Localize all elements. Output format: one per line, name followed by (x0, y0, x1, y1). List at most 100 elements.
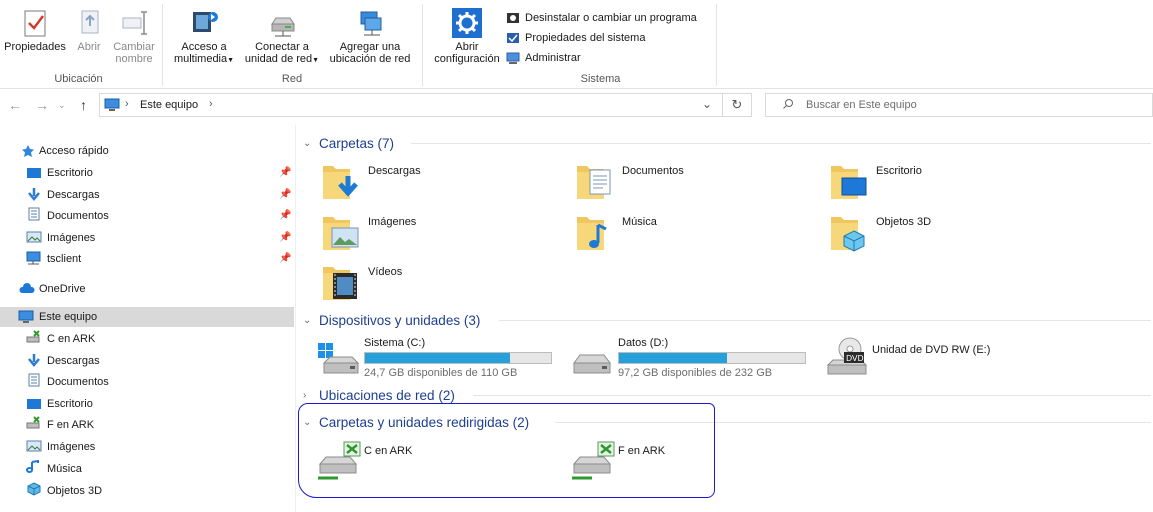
cambiar-nombre-button[interactable]: Cambiar nombre (110, 8, 158, 65)
properties-icon (19, 8, 51, 38)
pin-icon[interactable]: 📌 (279, 253, 291, 265)
pin-icon[interactable]: 📌 (279, 210, 291, 222)
svg-text:DVD: DVD (846, 354, 864, 363)
abrir-configuracion-button[interactable]: Abrir configuración (427, 8, 507, 65)
propiedades-sistema-button[interactable]: Propiedades del sistema (506, 29, 645, 47)
network-drive-icon (266, 8, 298, 38)
nav-item-tsclient[interactable]: tsclient 📌 (0, 249, 294, 269)
music-note-icon (26, 459, 42, 474)
propiedades-button[interactable]: Propiedades (2, 8, 68, 53)
rename-icon (118, 8, 150, 38)
address-dropdown-chevron-icon[interactable]: ⌄ (702, 97, 712, 111)
document-icon (26, 207, 42, 221)
abrir-button[interactable]: Abrir (74, 8, 104, 53)
videos-folder-icon (320, 261, 360, 305)
section-divider (473, 395, 1151, 396)
chevron-down-icon: ⌄ (303, 314, 312, 326)
ribbon: Propiedades Abrir Cambiar nombre Ubicaci… (0, 0, 1153, 89)
section-divider (411, 143, 1151, 144)
nav-onedrive[interactable]: OneDrive (0, 279, 294, 299)
section-ubicaciones-red[interactable]: › Ubicaciones de red (2) (303, 386, 1153, 404)
group-label-red: Red (281, 73, 303, 85)
nav-item-f-en-ark[interactable]: F en ARK (0, 415, 294, 435)
breadcrumb-chevron-icon[interactable]: › (209, 98, 213, 110)
redirected-drive-icon (26, 330, 42, 344)
download-arrow-icon (26, 187, 42, 201)
dropdown-arrow-icon: ▼ (227, 57, 235, 64)
this-pc-icon (18, 310, 34, 324)
pin-icon[interactable]: 📌 (279, 189, 291, 201)
nav-item-descargas[interactable]: Descargas 📌 (0, 185, 294, 205)
cloud-icon (18, 282, 35, 296)
redirected-drive-icon (570, 440, 615, 484)
media-icon (188, 8, 220, 38)
pictures-folder-icon (320, 211, 360, 255)
acceso-multimedia-button[interactable]: Acceso a multimedia▼ (169, 8, 239, 67)
drive-dvd-e[interactable]: DVD Unidad de DVD RW (E:) (824, 335, 1024, 385)
star-icon (20, 144, 36, 158)
open-icon (74, 8, 106, 38)
pin-icon[interactable]: 📌 (279, 232, 291, 244)
navigation-pane: Acceso rápido Escritorio 📌 Descargas 📌 D… (0, 125, 295, 512)
agregar-ubicacion-button[interactable]: Agregar una ubicación de red (325, 8, 415, 65)
back-arrow-icon[interactable]: ← (8, 97, 22, 113)
nav-item-documentos-pc[interactable]: Documentos (0, 372, 294, 392)
drive-datos-d[interactable]: Datos (D:) 97,2 GB disponibles de 232 GB (570, 335, 814, 385)
refresh-button[interactable]: ↻ (723, 93, 752, 117)
nav-item-c-en-ark[interactable]: C en ARK (0, 329, 294, 349)
system-properties-icon (506, 31, 520, 45)
pictures-icon (26, 439, 42, 453)
nav-item-escritorio-pc[interactable]: Escritorio (0, 394, 294, 414)
desktop-icon (26, 397, 42, 411)
group-red: Acceso a multimedia▼ Conectar a unidad d… (163, 0, 421, 89)
3d-cube-icon (26, 482, 42, 496)
forward-arrow-icon[interactable]: → (35, 97, 49, 113)
up-arrow-icon[interactable]: ↑ (80, 97, 87, 113)
uninstall-icon (506, 11, 520, 25)
gear-icon (451, 8, 483, 38)
capacity-bar (618, 352, 806, 364)
chevron-down-icon: ⌄ (303, 416, 312, 428)
music-folder-icon (574, 211, 614, 255)
chevron-right-icon: › (303, 389, 307, 401)
administrar-button[interactable]: Administrar (506, 49, 581, 67)
recent-locations-chevron-icon[interactable]: ⌄ (58, 100, 66, 111)
nav-item-escritorio[interactable]: Escritorio 📌 (0, 163, 294, 183)
3d-objects-folder-icon (828, 211, 868, 255)
section-divider (555, 422, 1151, 423)
desktop-icon (26, 166, 42, 180)
breadcrumb-chevron-icon[interactable]: › (125, 98, 129, 110)
group-label-ubicacion: Ubicación (54, 73, 103, 85)
this-pc-icon (104, 98, 120, 115)
network-computer-icon (26, 251, 42, 265)
nav-item-imagenes[interactable]: Imágenes 📌 (0, 228, 294, 248)
section-dispositivos[interactable]: ⌄ Dispositivos y unidades (3) (303, 311, 1153, 329)
nav-item-descargas-pc[interactable]: Descargas (0, 351, 294, 371)
desktop-folder-icon (828, 160, 868, 204)
breadcrumb-este-equipo[interactable]: Este equipo (140, 99, 198, 111)
dvd-drive-icon: DVD (824, 335, 868, 379)
nav-item-musica[interactable]: Música (0, 459, 294, 479)
document-icon (26, 373, 42, 387)
pin-icon[interactable]: 📌 (279, 167, 291, 179)
capacity-bar-fill (619, 353, 727, 363)
drive-sistema-c[interactable]: Sistema (C:) 24,7 GB disponibles de 110 … (316, 335, 560, 385)
section-redirigidas[interactable]: ⌄ Carpetas y unidades redirigidas (2) (303, 413, 1153, 431)
documents-folder-icon (574, 160, 614, 204)
nav-este-equipo[interactable]: Este equipo (0, 307, 294, 327)
search-placeholder: Buscar en Este equipo (806, 99, 917, 111)
nav-item-imagenes-pc[interactable]: Imágenes (0, 437, 294, 457)
search-input[interactable]: Buscar en Este equipo (765, 93, 1153, 117)
nav-item-documentos[interactable]: Documentos 📌 (0, 206, 294, 226)
download-arrow-icon (26, 353, 42, 367)
nav-item-objetos-3d[interactable]: Objetos 3D (0, 481, 294, 501)
desinstalar-programa-button[interactable]: Desinstalar o cambiar un programa (506, 9, 697, 27)
address-bar[interactable]: › Este equipo › ⌄ (99, 93, 723, 117)
group-ubicacion: Propiedades Abrir Cambiar nombre Ubicaci… (0, 0, 157, 89)
downloads-folder-icon (320, 160, 360, 204)
section-carpetas[interactable]: ⌄ Carpetas (7) (303, 134, 1153, 152)
conectar-unidad-button[interactable]: Conectar a unidad de red▼ (241, 8, 323, 67)
nav-acceso-rapido[interactable]: Acceso rápido (0, 141, 294, 161)
add-network-location-icon (354, 8, 386, 38)
pane-splitter[interactable] (295, 125, 296, 512)
